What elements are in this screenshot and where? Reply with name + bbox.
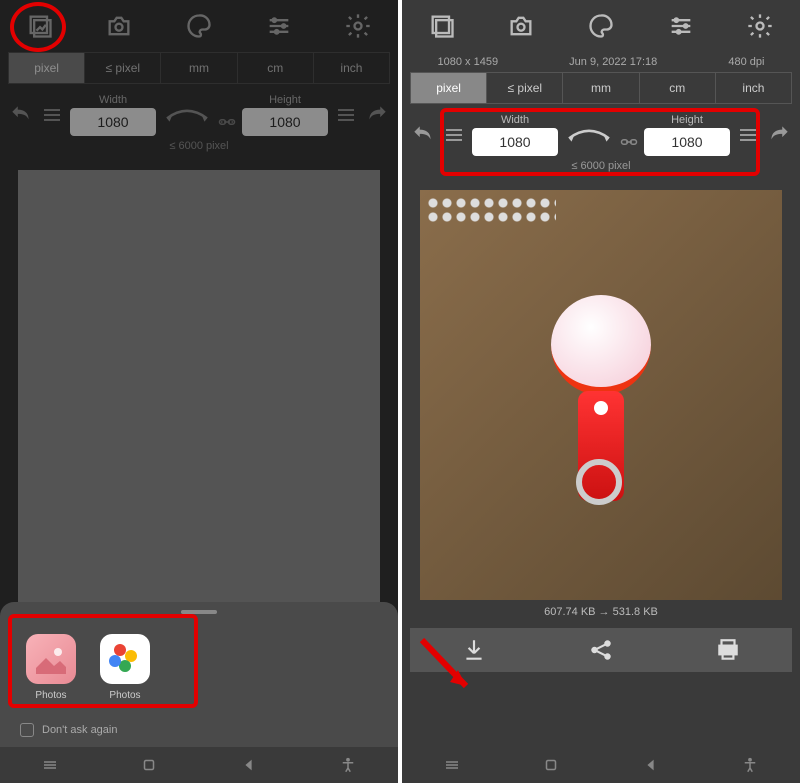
gallery-icon[interactable] bbox=[26, 12, 54, 40]
unit-inch[interactable]: inch bbox=[314, 53, 389, 83]
width-input[interactable] bbox=[70, 108, 156, 136]
redo-icon[interactable] bbox=[364, 102, 390, 128]
print-icon[interactable] bbox=[715, 637, 741, 663]
unit-lte-pixel[interactable]: ≤ pixel bbox=[85, 53, 161, 83]
size-row: Width Height bbox=[0, 84, 398, 136]
action-bar bbox=[410, 628, 792, 672]
unit-pixel[interactable]: pixel bbox=[411, 73, 487, 103]
width-input[interactable] bbox=[472, 128, 558, 156]
swap-arrows-icon[interactable] bbox=[162, 106, 212, 124]
unit-inch[interactable]: inch bbox=[716, 73, 791, 103]
app-label: Photos bbox=[35, 690, 66, 701]
app-picker-sheet: Photos Photos Don't ask again bbox=[0, 602, 398, 747]
camera-icon[interactable] bbox=[507, 12, 535, 40]
redo-icon[interactable] bbox=[766, 122, 792, 148]
back-icon[interactable] bbox=[642, 756, 660, 774]
app-label: Photos bbox=[109, 690, 140, 701]
info-dims: 1080 x 1459 bbox=[438, 56, 499, 68]
android-navbar bbox=[402, 747, 800, 783]
loaded-image bbox=[420, 190, 782, 600]
sliders-icon[interactable] bbox=[667, 12, 695, 40]
back-icon[interactable] bbox=[240, 756, 258, 774]
width-label: Width bbox=[501, 114, 529, 126]
gear-icon[interactable] bbox=[344, 12, 372, 40]
dont-ask-again[interactable]: Don't ask again bbox=[16, 723, 382, 737]
info-date: Jun 9, 2022 17:18 bbox=[569, 56, 657, 68]
height-label: Height bbox=[671, 114, 703, 126]
accessibility-icon[interactable] bbox=[741, 756, 759, 774]
google-photos-icon bbox=[100, 634, 150, 684]
photos-pink-icon bbox=[26, 634, 76, 684]
width-label: Width bbox=[99, 94, 127, 106]
image-info: 1080 x 1459 Jun 9, 2022 17:18 480 dpi bbox=[402, 52, 800, 72]
accessibility-icon[interactable] bbox=[339, 756, 357, 774]
sliders-icon[interactable] bbox=[265, 12, 293, 40]
size-limit: ≤ 6000 pixel bbox=[0, 140, 398, 152]
home-icon[interactable] bbox=[542, 756, 560, 774]
menu-icon[interactable] bbox=[334, 105, 358, 125]
unit-mm[interactable]: mm bbox=[563, 73, 639, 103]
unit-pixel[interactable]: pixel bbox=[9, 53, 85, 83]
link-icon[interactable] bbox=[218, 113, 236, 131]
unit-lte-pixel[interactable]: ≤ pixel bbox=[487, 73, 563, 103]
camera-icon[interactable] bbox=[105, 12, 133, 40]
undo-icon[interactable] bbox=[410, 122, 436, 148]
size-row: Width Height bbox=[402, 104, 800, 156]
top-toolbar bbox=[402, 0, 800, 52]
height-label: Height bbox=[269, 94, 301, 106]
height-input[interactable] bbox=[644, 128, 730, 156]
unit-tabs: pixel ≤ pixel mm cm inch bbox=[410, 72, 792, 104]
download-icon[interactable] bbox=[461, 637, 487, 663]
gear-icon[interactable] bbox=[746, 12, 774, 40]
menu-icon[interactable] bbox=[40, 105, 64, 125]
size-limit: ≤ 6000 pixel bbox=[402, 160, 800, 172]
height-input[interactable] bbox=[242, 108, 328, 136]
unit-tabs: pixel ≤ pixel mm cm inch bbox=[8, 52, 390, 84]
android-navbar bbox=[0, 747, 398, 783]
palette-icon[interactable] bbox=[587, 12, 615, 40]
recent-apps-icon[interactable] bbox=[443, 756, 461, 774]
undo-icon[interactable] bbox=[8, 102, 34, 128]
top-toolbar bbox=[0, 0, 398, 52]
menu-icon[interactable] bbox=[736, 125, 760, 145]
filesize-info: 607.74 KB → 531.8 KB bbox=[402, 606, 800, 618]
unit-mm[interactable]: mm bbox=[161, 53, 237, 83]
home-icon[interactable] bbox=[140, 756, 158, 774]
swap-arrows-icon[interactable] bbox=[564, 126, 614, 144]
info-dpi: 480 dpi bbox=[728, 56, 764, 68]
recent-apps-icon[interactable] bbox=[41, 756, 59, 774]
app-photos-gallery[interactable]: Photos bbox=[26, 634, 76, 701]
menu-icon[interactable] bbox=[442, 125, 466, 145]
palette-icon[interactable] bbox=[185, 12, 213, 40]
share-icon[interactable] bbox=[588, 637, 614, 663]
unit-cm[interactable]: cm bbox=[640, 73, 716, 103]
link-icon[interactable] bbox=[620, 133, 638, 151]
gallery-icon[interactable] bbox=[428, 12, 456, 40]
sheet-handle[interactable] bbox=[181, 610, 217, 614]
checkbox-icon[interactable] bbox=[20, 723, 34, 737]
app-google-photos[interactable]: Photos bbox=[100, 634, 150, 701]
image-canvas[interactable] bbox=[420, 190, 782, 600]
unit-cm[interactable]: cm bbox=[238, 53, 314, 83]
